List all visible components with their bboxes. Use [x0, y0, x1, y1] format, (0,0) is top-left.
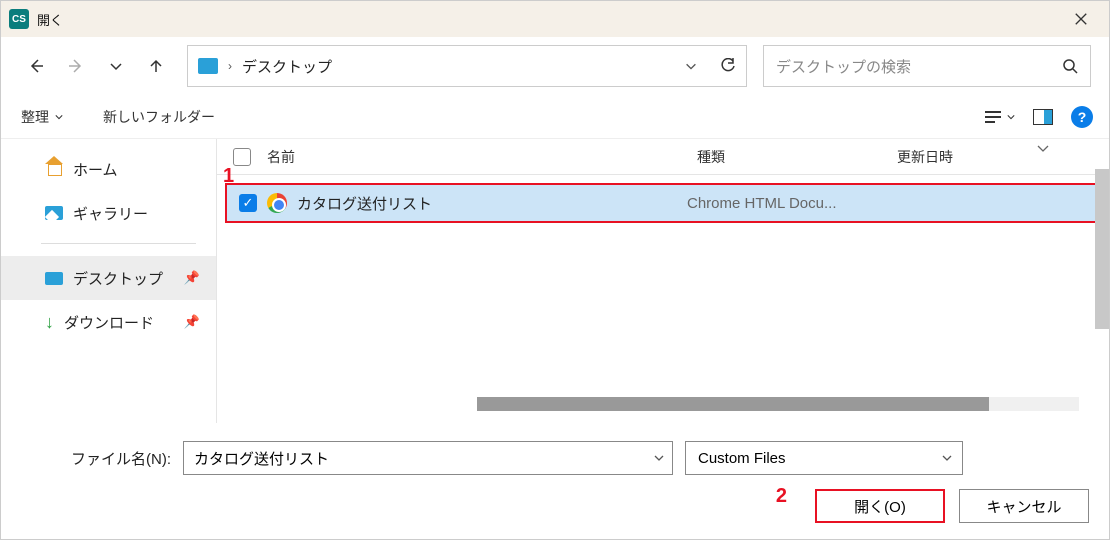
- list-vertical-scrollbar[interactable]: [1095, 211, 1109, 271]
- column-name[interactable]: 名前: [267, 147, 697, 167]
- open-button[interactable]: 開く(O): [815, 489, 945, 523]
- sidebar-item-label: ホーム: [73, 159, 118, 180]
- forward-button[interactable]: [59, 49, 93, 83]
- scrollbar-thumb[interactable]: [477, 397, 989, 411]
- sidebar-item-label: ダウンロード: [64, 312, 154, 333]
- file-row-wrapper: 1 ✓ カタログ送付リスト Chrome HTML Docu...: [225, 183, 1097, 223]
- breadcrumb-separator-icon: ›: [228, 59, 232, 73]
- chevron-down-icon: [942, 455, 952, 461]
- cancel-button[interactable]: キャンセル: [959, 489, 1089, 523]
- sidebar-item-label: デスクトップ: [73, 268, 163, 289]
- arrow-right-icon: [68, 58, 84, 74]
- nav-row: › デスクトップ デスクトップの検索: [1, 37, 1109, 95]
- filter-value: Custom Files: [698, 450, 786, 467]
- file-type-filter[interactable]: Custom Files: [685, 441, 963, 475]
- titlebar: CS 開く: [1, 1, 1109, 37]
- file-name-combo[interactable]: カタログ送付リスト: [183, 441, 673, 475]
- list-view-icon: [985, 111, 1001, 123]
- organize-label: 整理: [21, 107, 49, 127]
- organize-menu[interactable]: 整理: [21, 107, 63, 127]
- pin-icon: 📌: [184, 270, 200, 286]
- open-file-dialog: CS 開く › デスクトップ: [0, 0, 1110, 540]
- file-name-row: ファイル名(N): カタログ送付リスト Custom Files: [21, 441, 1089, 475]
- help-button[interactable]: ?: [1071, 106, 1093, 128]
- button-row: 2 開く(O) キャンセル: [21, 489, 1089, 523]
- view-menu[interactable]: [985, 111, 1015, 123]
- breadcrumb-current[interactable]: デスクトップ: [242, 56, 332, 77]
- arrow-left-icon: [28, 58, 44, 74]
- gallery-icon: [45, 206, 63, 220]
- refresh-button[interactable]: [720, 58, 736, 74]
- desktop-icon: [45, 272, 63, 285]
- new-folder-button[interactable]: 新しいフォルダー: [103, 107, 215, 127]
- sidebar-separator: [41, 243, 196, 244]
- download-icon: ↓: [45, 312, 54, 333]
- horizontal-scrollbar[interactable]: [477, 397, 1079, 411]
- file-row[interactable]: ✓ カタログ送付リスト Chrome HTML Docu...: [225, 183, 1097, 223]
- up-button[interactable]: [139, 49, 173, 83]
- close-button[interactable]: [1061, 1, 1101, 37]
- chevron-down-icon: [1007, 114, 1015, 120]
- column-type[interactable]: 種類: [697, 147, 897, 167]
- app-icon: CS: [9, 9, 29, 29]
- close-icon: [1074, 12, 1088, 26]
- sidebar-item-home[interactable]: ホーム: [1, 147, 216, 191]
- search-box[interactable]: デスクトップの検索: [763, 45, 1091, 87]
- arrow-up-icon: [148, 58, 164, 74]
- sidebar: ホーム ギャラリー デスクトップ 📌 ↓ ダウンロード 📌: [1, 139, 217, 423]
- window-title: 開く: [37, 10, 63, 29]
- file-list-area: 名前 種類 更新日時 1 ✓ カタログ送付リスト Chrome HTML Doc…: [217, 139, 1109, 423]
- search-placeholder: デスクトップの検索: [776, 56, 911, 77]
- sidebar-item-label: ギャラリー: [73, 203, 148, 224]
- address-chevron-icon[interactable]: [684, 59, 698, 73]
- file-name-label: ファイル名(N):: [21, 448, 171, 469]
- select-all-checkbox[interactable]: [233, 148, 251, 166]
- annotation-2: 2: [776, 485, 787, 508]
- chrome-icon: [267, 193, 287, 213]
- file-type: Chrome HTML Docu...: [687, 195, 836, 212]
- row-checkbox[interactable]: ✓: [239, 194, 257, 212]
- preview-pane-toggle[interactable]: [1033, 109, 1053, 125]
- search-icon: [1062, 58, 1078, 74]
- chevron-down-icon: [108, 58, 124, 74]
- home-icon: [45, 162, 63, 176]
- back-button[interactable]: [19, 49, 53, 83]
- address-bar[interactable]: › デスクトップ: [187, 45, 747, 87]
- sidebar-item-gallery[interactable]: ギャラリー: [1, 191, 216, 235]
- pin-icon: 📌: [184, 314, 200, 330]
- toolbar-row: 整理 新しいフォルダー ?: [1, 95, 1109, 139]
- chevron-down-icon: [654, 455, 664, 461]
- sidebar-item-downloads[interactable]: ↓ ダウンロード 📌: [1, 300, 216, 344]
- chevron-down-icon: [55, 114, 63, 120]
- bottom-panel: ファイル名(N): カタログ送付リスト Custom Files 2 開く(O)…: [1, 423, 1109, 539]
- file-name-value: カタログ送付リスト: [194, 448, 329, 469]
- sidebar-item-desktop[interactable]: デスクトップ 📌: [1, 256, 216, 300]
- file-name: カタログ送付リスト: [297, 193, 677, 214]
- column-date[interactable]: 更新日時: [897, 147, 1057, 167]
- new-folder-label: 新しいフォルダー: [103, 107, 215, 127]
- annotation-1: 1: [223, 165, 234, 188]
- list-header: 名前 種類 更新日時: [217, 139, 1109, 175]
- main-area: ホーム ギャラリー デスクトップ 📌 ↓ ダウンロード 📌 名前: [1, 139, 1109, 423]
- view-controls: ?: [985, 106, 1093, 128]
- sort-indicator-icon: [1037, 145, 1049, 153]
- desktop-icon: [198, 58, 218, 74]
- recent-dropdown[interactable]: [99, 49, 133, 83]
